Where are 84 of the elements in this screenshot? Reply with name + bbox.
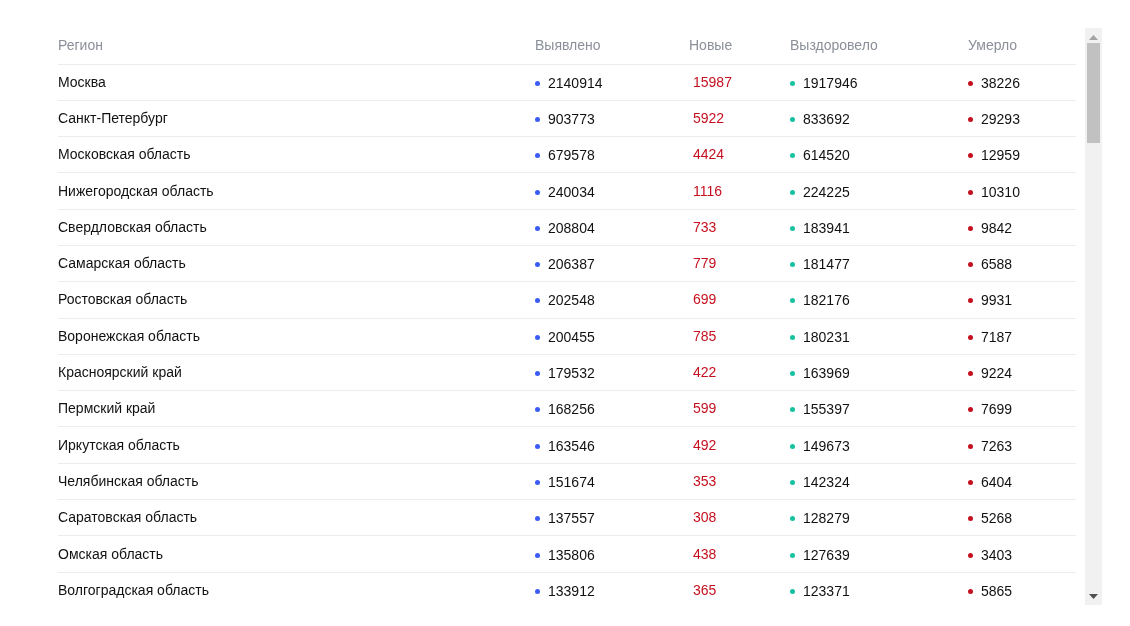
count-value: 142324 — [803, 472, 850, 492]
region-name: Волгоградская область — [58, 582, 209, 599]
count-value: 6588 — [981, 255, 1013, 275]
count-value: 29293 — [981, 109, 1020, 129]
count-value: 699 — [692, 291, 717, 308]
column-header: Регион — [58, 37, 103, 54]
count-value: 9842 — [981, 218, 1013, 238]
count-value: 15987 — [692, 73, 732, 90]
region-name: Санкт-Петербург — [58, 109, 168, 126]
region-name: Омская область — [58, 545, 164, 562]
count-value: 438 — [692, 545, 717, 562]
region-name: Челябинская область — [58, 472, 199, 489]
count-value: 365 — [692, 582, 717, 599]
scrollbar-thumb[interactable] — [1087, 43, 1100, 143]
count-value: 182176 — [803, 291, 850, 311]
count-value: 5865 — [981, 582, 1013, 602]
count-value: 833692 — [803, 109, 850, 129]
count-value: 155397 — [803, 400, 850, 420]
column-header: Новые — [689, 37, 733, 54]
count-value: 127639 — [803, 545, 850, 565]
count-value: 224225 — [803, 182, 850, 202]
region-name: Ростовская область — [58, 291, 188, 308]
count-value: 903773 — [548, 109, 595, 129]
count-value: 353 — [692, 472, 717, 489]
count-value: 614520 — [803, 146, 850, 166]
count-value: 168256 — [548, 400, 595, 420]
count-value: 679578 — [548, 146, 595, 166]
count-value: 183941 — [803, 218, 850, 238]
region-name: Иркутская область — [58, 436, 180, 453]
count-value: 2140914 — [548, 73, 603, 93]
count-value: 308 — [692, 509, 717, 526]
count-value: 137557 — [548, 509, 595, 529]
count-value: 128279 — [803, 509, 850, 529]
count-value: 7699 — [981, 400, 1013, 420]
region-name: Воронежская область — [58, 327, 200, 344]
count-value: 12959 — [981, 146, 1020, 166]
column-header: Выявлено — [535, 37, 601, 54]
count-value: 7263 — [981, 436, 1013, 456]
count-value: 422 — [692, 364, 717, 380]
count-value: 492 — [692, 436, 717, 453]
count-value: 208804 — [548, 218, 595, 238]
count-value: 163969 — [803, 364, 850, 383]
region-name: Пермский край — [58, 400, 156, 417]
column-header: Выздоровело — [790, 37, 878, 54]
region-name: Нижегородская область — [58, 182, 214, 199]
count-value: 733 — [692, 218, 717, 235]
count-value: 163546 — [548, 436, 595, 456]
count-value: 9931 — [981, 291, 1013, 311]
count-value: 180231 — [803, 327, 850, 347]
count-value: 1116 — [692, 182, 723, 199]
count-value: 200455 — [548, 327, 595, 347]
count-value: 5268 — [981, 509, 1013, 529]
scroll-down-icon[interactable] — [1089, 594, 1098, 600]
count-value: 179532 — [548, 364, 595, 383]
count-value: 5922 — [692, 109, 725, 126]
count-value: 599 — [692, 400, 717, 417]
region-name: Саратовская область — [58, 509, 198, 526]
count-value: 6404 — [981, 472, 1013, 492]
region-name: Московская область — [58, 146, 191, 163]
count-value: 133912 — [548, 582, 595, 602]
scrollbar[interactable] — [1085, 28, 1102, 605]
count-value: 202548 — [548, 291, 595, 311]
count-value: 135806 — [548, 545, 595, 565]
count-value: 7187 — [981, 327, 1013, 347]
region-name: Самарская область — [58, 255, 186, 272]
count-value: 779 — [692, 255, 717, 272]
count-value: 1917946 — [803, 73, 858, 93]
count-value: 10310 — [981, 182, 1020, 202]
count-value: 240034 — [548, 182, 595, 202]
count-value: 9224 — [981, 364, 1013, 383]
count-value: 206387 — [548, 255, 595, 275]
column-header: Умерло — [968, 37, 1018, 54]
region-name: Свердловская область — [58, 218, 207, 235]
scroll-up-icon[interactable] — [1089, 35, 1098, 41]
count-value: 151674 — [548, 472, 595, 492]
count-value: 38226 — [981, 73, 1020, 93]
count-value: 3403 — [981, 545, 1013, 565]
region-name: Москва — [58, 73, 106, 90]
count-value: 181477 — [803, 255, 850, 275]
region-name: Красноярский край — [58, 364, 182, 380]
count-value: 149673 — [803, 436, 850, 456]
count-value: 785 — [692, 327, 717, 344]
count-value: 123371 — [803, 582, 850, 602]
count-value: 4424 — [692, 146, 725, 163]
